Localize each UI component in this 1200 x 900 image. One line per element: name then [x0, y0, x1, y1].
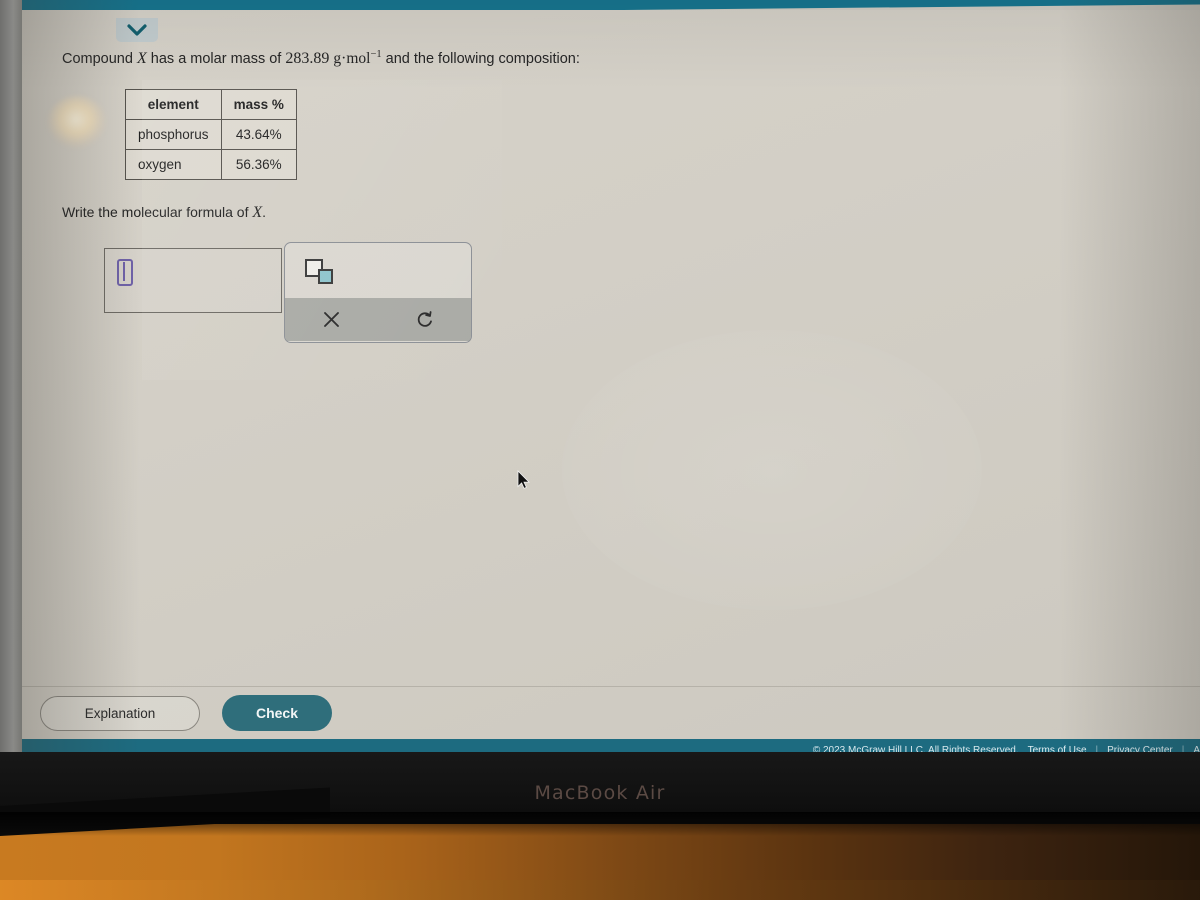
chevron-down-icon	[127, 23, 147, 37]
laptop-left-bezel	[0, 0, 22, 752]
composition-table: element mass % phosphorus 43.64% oxygen …	[125, 89, 297, 181]
question-page: Compound X has a molar mass of 283.89 g·…	[22, 10, 1200, 752]
footer-separator: |	[1181, 745, 1185, 752]
prompt-text-2: has a molar mass of	[150, 51, 282, 68]
check-button[interactable]: Check	[222, 695, 332, 731]
subscript-icon[interactable]	[305, 258, 333, 284]
cell-mass-percent: 56.36%	[220, 149, 297, 181]
column-header-mass-percent: mass %	[220, 89, 297, 121]
molar-mass-value: 283.89	[285, 50, 330, 68]
clear-button[interactable]	[285, 298, 378, 341]
copyright-text: © 2023 McGraw Hill LLC. All Rights Reser…	[812, 745, 1019, 752]
table-row: oxygen 56.36%	[125, 149, 297, 181]
privacy-center-link[interactable]: Privacy Center	[1107, 745, 1173, 752]
page-footer: © 2023 McGraw Hill LLC. All Rights Reser…	[22, 739, 1200, 752]
table-header-row: element mass %	[125, 89, 297, 121]
laptop-shadow	[0, 812, 1200, 836]
cell-mass-percent: 43.64%	[220, 119, 297, 151]
terms-of-use-link[interactable]: Terms of Use	[1028, 745, 1087, 752]
laptop-screen: ty Compound X has a molar mass of	[22, 0, 1200, 752]
unit-exponent: −1	[370, 49, 382, 60]
footer-separator: |	[1095, 745, 1099, 752]
question-content: Compound X has a molar mass of 283.89 g·…	[62, 48, 1162, 490]
collapse-panel-tab[interactable]	[116, 18, 158, 42]
question-prompt: Compound X has a molar mass of 283.89 g·…	[62, 48, 1162, 70]
photo-scene: MacBook Air ty	[0, 0, 1200, 900]
answer-area	[62, 242, 1162, 490]
unit-base: g·mol	[333, 50, 371, 68]
prompt-text-3: and the following composition:	[385, 51, 580, 68]
table-row: phosphorus 43.64%	[125, 119, 297, 151]
undo-reset-icon	[415, 310, 435, 330]
prompt-variable-x: X	[136, 50, 147, 68]
accessibility-link[interactable]: A	[1193, 745, 1200, 752]
macbook-air-label: MacBook Air	[534, 782, 666, 804]
footer-content: © 2023 McGraw Hill LLC. All Rights Reser…	[813, 745, 1200, 752]
math-palette	[284, 242, 472, 344]
molar-mass-unit: g·mol−1	[333, 49, 382, 68]
palette-footer-row	[285, 298, 471, 342]
prompt-text-1: Compound	[62, 51, 133, 68]
instruction-variable-x: X	[252, 204, 263, 222]
question-instruction: Write the molecular formula of X.	[62, 204, 1162, 222]
cell-element-name: phosphorus	[125, 119, 222, 151]
desk-front-edge	[0, 880, 1200, 900]
explanation-button[interactable]: Explanation	[40, 695, 200, 731]
text-caret-icon	[117, 259, 133, 287]
instruction-period: .	[262, 204, 267, 221]
answer-input[interactable]	[104, 248, 282, 314]
column-header-element: element	[125, 89, 222, 121]
cell-element-name: oxygen	[125, 149, 222, 181]
mouse-pointer-icon	[517, 470, 531, 490]
close-x-icon	[322, 310, 341, 329]
undo-button[interactable]	[378, 298, 471, 341]
subscript-sub-box	[318, 268, 333, 284]
action-bar: Explanation Check	[22, 687, 1200, 739]
instruction-text: Write the molecular formula of	[62, 204, 249, 221]
palette-tool-row	[285, 243, 471, 298]
